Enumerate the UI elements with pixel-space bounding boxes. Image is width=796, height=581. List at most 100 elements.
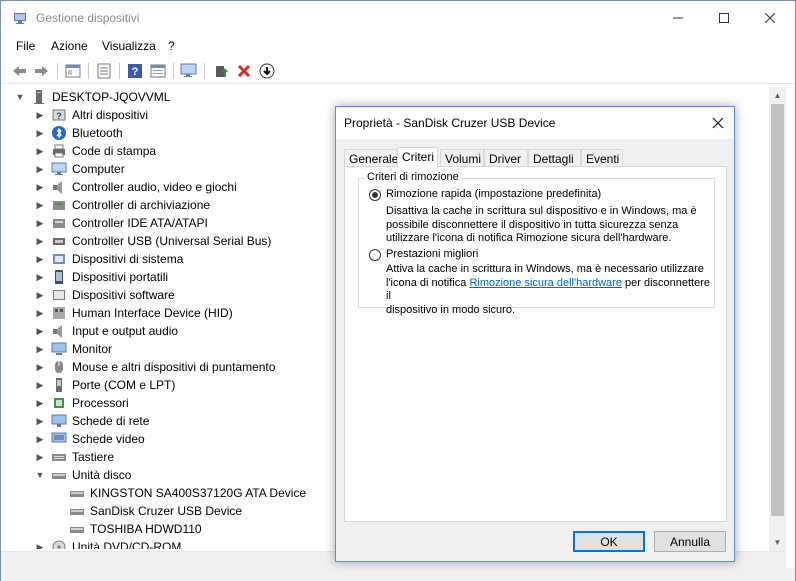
- toolbar: ?: [1, 58, 795, 84]
- tree-category[interactable]: ▶ Unità DVD/CD-ROM: [35, 538, 181, 549]
- tree-category[interactable]: ▶ Processori: [35, 394, 129, 412]
- tree-category[interactable]: ▶ Schede di rete: [35, 412, 150, 430]
- tab-dettagli[interactable]: Dettagli: [528, 149, 581, 167]
- tree-category[interactable]: ▶ Bluetooth: [35, 124, 123, 142]
- tree-category[interactable]: ▶ Monitor: [35, 340, 112, 358]
- chevron-right-icon[interactable]: ▶: [35, 232, 45, 250]
- chevron-right-icon[interactable]: ▶: [35, 124, 45, 142]
- vertical-scrollbar[interactable]: ▲ ▼: [769, 87, 786, 551]
- tree-category[interactable]: ▶ Human Interface Device (HID): [35, 304, 233, 322]
- scan-hardware-button[interactable]: [179, 61, 199, 81]
- chevron-right-icon[interactable]: ▶: [35, 394, 45, 412]
- quick-removal-radio[interactable]: [369, 189, 381, 201]
- chevron-right-icon[interactable]: ▶: [35, 304, 45, 322]
- ide-controller-icon: [53, 219, 65, 228]
- portable-device-icon: [55, 270, 63, 284]
- tree-category[interactable]: ▶ Code di stampa: [35, 142, 157, 160]
- tree-disk-label: SanDisk Cruzer USB Device: [90, 504, 243, 518]
- dialog-close-button[interactable]: [708, 113, 728, 133]
- menu-file[interactable]: File: [16, 39, 35, 53]
- back-button[interactable]: [9, 61, 29, 81]
- group-title: Criteri di rimozione: [365, 171, 461, 183]
- disable-device-button[interactable]: [257, 61, 277, 81]
- chevron-right-icon[interactable]: ▶: [35, 376, 45, 394]
- minimize-button[interactable]: [655, 1, 701, 35]
- tree-category[interactable]: ▶ Tastiere: [35, 448, 115, 466]
- tree-category-label: Controller IDE ATA/ATAPI: [72, 216, 208, 230]
- quick-removal-label[interactable]: Rimozione rapida (impostazione predefini…: [386, 188, 601, 200]
- menu-help[interactable]: ?: [168, 39, 175, 53]
- close-button[interactable]: [747, 1, 793, 35]
- uninstall-button[interactable]: [234, 61, 254, 81]
- tab-eventi[interactable]: Eventi: [581, 149, 623, 167]
- tree-category[interactable]: ▶ Controller audio, video e giochi: [35, 178, 237, 196]
- tab-driver[interactable]: Driver: [484, 149, 528, 167]
- cancel-button[interactable]: Annulla: [654, 531, 726, 552]
- list-view-button[interactable]: [94, 61, 114, 81]
- scroll-up-icon[interactable]: ▲: [769, 87, 786, 104]
- chevron-right-icon[interactable]: ▶: [35, 358, 45, 376]
- chevron-right-icon[interactable]: ▶: [35, 412, 45, 430]
- quick-removal-description: Disattiva la cache in scrittura sul disp…: [386, 205, 697, 246]
- tree-category-label: Dispositivi di sistema: [72, 252, 184, 266]
- chevron-right-icon[interactable]: ▶: [35, 196, 45, 214]
- chevron-right-icon[interactable]: ▶: [35, 286, 45, 304]
- scrollbar-thumb[interactable]: [771, 104, 784, 516]
- chevron-right-icon[interactable]: ▶: [35, 268, 45, 286]
- desc-line: Disattiva la cache in scrittura sul disp…: [386, 205, 697, 217]
- chevron-right-icon[interactable]: ▶: [35, 178, 45, 196]
- properties-view-button[interactable]: [63, 61, 83, 81]
- chevron-right-icon[interactable]: ▶: [35, 250, 45, 268]
- chevron-right-icon[interactable]: ▶: [35, 214, 45, 232]
- better-performance-radio[interactable]: [369, 249, 381, 261]
- chevron-right-icon[interactable]: ▶: [35, 430, 45, 448]
- software-device-icon: [53, 290, 65, 300]
- tree-category[interactable]: ▶ Dispositivi software: [35, 286, 175, 304]
- chevron-right-icon[interactable]: ▶: [35, 538, 45, 550]
- tree-category[interactable]: ▶ Schede video: [35, 430, 145, 448]
- tree-category[interactable]: ▶ Controller USB (Universal Serial Bus): [35, 232, 272, 250]
- view-button[interactable]: [148, 61, 168, 81]
- tree-category[interactable]: ▶ Dispositivi portatili: [35, 268, 168, 286]
- tree-disk-item[interactable]: TOSHIBA HDWD110: [69, 520, 202, 538]
- chevron-right-icon[interactable]: ▶: [35, 322, 45, 340]
- scroll-down-icon[interactable]: ▼: [769, 534, 786, 551]
- tree-category[interactable]: ▶ Dispositivi di sistema: [35, 250, 184, 268]
- tree-category[interactable]: ▶? Altri dispositivi: [35, 106, 149, 124]
- tree-category[interactable]: ▶ Mouse e altri dispositivi di puntamento: [35, 358, 276, 376]
- chevron-right-icon[interactable]: ▶: [35, 160, 45, 178]
- tree-category-label: Dispositivi software: [72, 288, 175, 302]
- tab-criteri[interactable]: Criteri: [397, 147, 438, 168]
- update-driver-button[interactable]: [211, 61, 231, 81]
- svg-text:?: ?: [132, 66, 139, 78]
- chevron-right-icon[interactable]: ▶: [35, 142, 45, 160]
- safe-removal-link[interactable]: Rimozione sicura dell'hardware: [469, 277, 622, 289]
- tree-root[interactable]: ▼ DESKTOP-JQOVVML: [15, 88, 170, 106]
- tree-disk-item[interactable]: SanDisk Cruzer USB Device: [69, 502, 242, 520]
- tree-category[interactable]: ▶ Input e output audio: [35, 322, 178, 340]
- chevron-right-icon[interactable]: ▶: [35, 448, 45, 466]
- list-icon: [97, 63, 111, 79]
- disk-drive-icon: [70, 491, 84, 497]
- ok-button[interactable]: OK: [573, 531, 645, 552]
- chevron-down-icon[interactable]: ▼: [35, 466, 45, 484]
- better-performance-label[interactable]: Prestazioni migliori: [386, 248, 478, 260]
- help-button[interactable]: ?: [125, 61, 145, 81]
- menu-visualizza[interactable]: Visualizza: [102, 39, 156, 53]
- tab-volumi[interactable]: Volumi: [440, 149, 484, 167]
- tree-disk-item[interactable]: KINGSTON SA400S37120G ATA Device: [69, 484, 306, 502]
- tree-category[interactable]: ▶ Porte (COM e LPT): [35, 376, 175, 394]
- forward-button[interactable]: [32, 61, 52, 81]
- tree-category[interactable]: ▼ Unità disco: [35, 466, 132, 484]
- chevron-right-icon[interactable]: ▶: [35, 340, 45, 358]
- tree-category-label: Dispositivi portatili: [72, 270, 169, 284]
- chevron-down-icon[interactable]: ▼: [15, 88, 25, 106]
- tree-category[interactable]: ▶ Controller IDE ATA/ATAPI: [35, 214, 208, 232]
- tree-category[interactable]: ▶ Computer: [35, 160, 125, 178]
- chevron-right-icon[interactable]: ▶: [35, 106, 45, 124]
- tab-generale[interactable]: Generale: [344, 149, 398, 167]
- tree-category[interactable]: ▶ Controller di archiviazione: [35, 196, 211, 214]
- menu-azione[interactable]: Azione: [51, 39, 88, 53]
- maximize-button[interactable]: [701, 1, 747, 35]
- window-view-icon: [150, 64, 166, 78]
